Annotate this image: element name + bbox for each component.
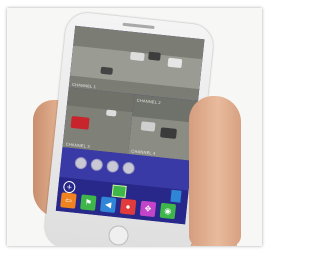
- phone-screen: CHANNEL 1 CHANNEL 2 CHANNEL 4 CHANNEL 3: [55, 25, 205, 225]
- phone-speaker: [122, 22, 155, 30]
- camera-feed-channel-2[interactable]: CHANNEL 2 CHANNEL 4: [128, 94, 199, 161]
- record-icon[interactable]: [111, 184, 127, 198]
- list-icon[interactable]: [170, 189, 182, 203]
- hand-thumb: [189, 96, 241, 246]
- channel-3-dot[interactable]: [106, 159, 120, 174]
- exit-icon[interactable]: ⇦: [60, 192, 77, 209]
- microphone-icon[interactable]: ●: [119, 198, 137, 216]
- home-button[interactable]: [107, 224, 130, 246]
- channel-1-dot[interactable]: [74, 156, 88, 170]
- channel-2-label: CHANNEL 2: [136, 97, 162, 106]
- speaker-icon[interactable]: ◀: [99, 196, 117, 213]
- ptz-icon[interactable]: ✥: [139, 200, 157, 218]
- camera-feed-channel-3[interactable]: CHANNEL 3: [62, 87, 135, 155]
- photo-frame: CHANNEL 1 CHANNEL 2 CHANNEL 4 CHANNEL 3: [7, 8, 262, 246]
- channel-2-dot[interactable]: [90, 158, 104, 172]
- channel-4-dot[interactable]: [122, 161, 136, 175]
- camera-icon[interactable]: ◉: [159, 202, 177, 220]
- flag-icon[interactable]: ⚑: [80, 194, 97, 211]
